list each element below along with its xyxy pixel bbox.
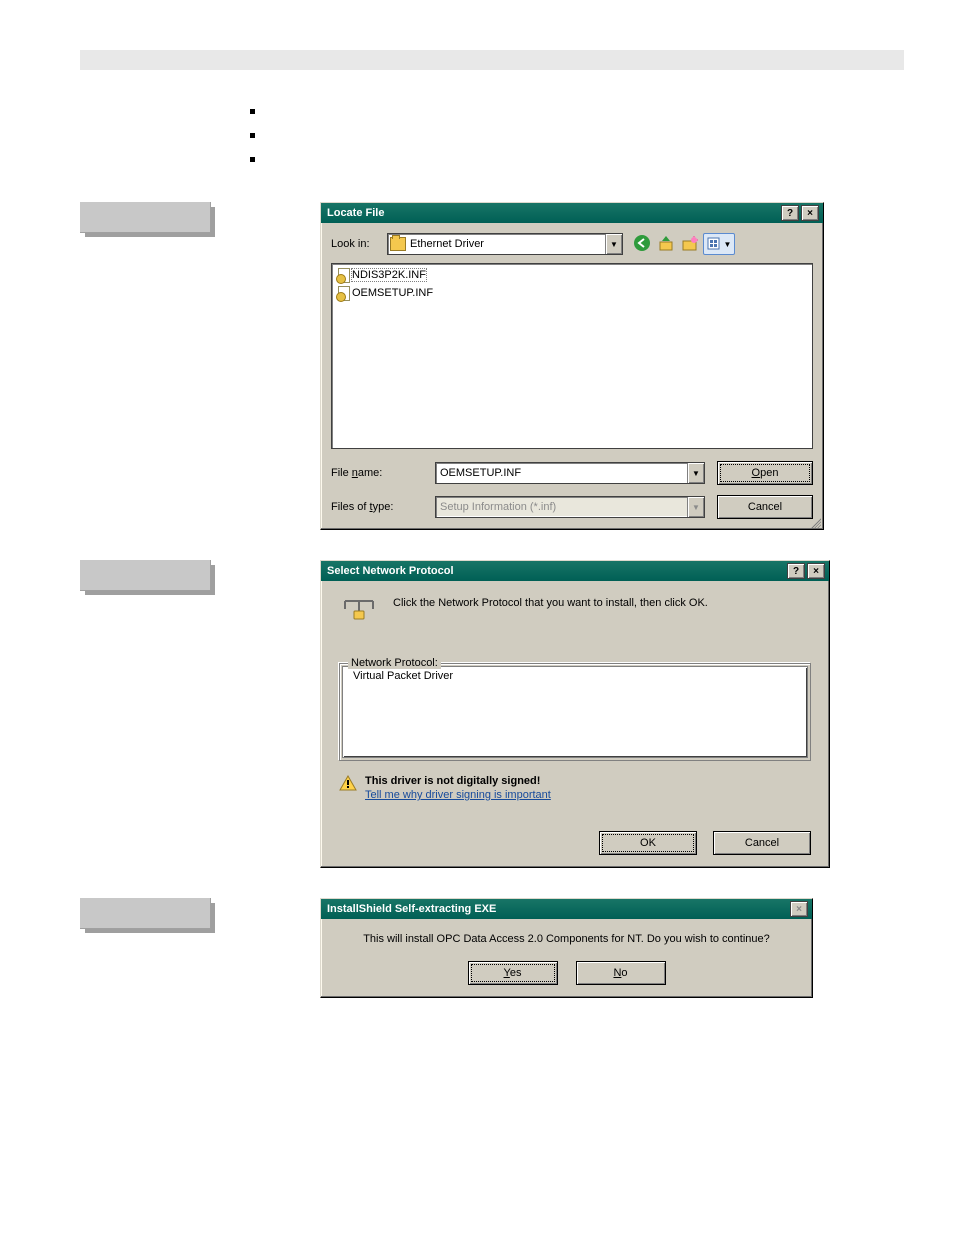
up-one-level-icon: [657, 234, 675, 252]
file-name-value: OEMSETUP.INF: [440, 467, 521, 479]
back-icon: [633, 234, 651, 252]
confirm-message: This will install OPC Data Access 2.0 Co…: [333, 933, 800, 945]
file-name: NDIS3P2K.INF: [352, 269, 426, 281]
bullet-item: [250, 124, 954, 148]
file-name-combobox[interactable]: OEMSETUP.INF ▼: [435, 462, 705, 484]
signing-warning-title: This driver is not digitally signed!: [365, 775, 551, 787]
context-help-button[interactable]: ?: [781, 205, 799, 221]
chevron-down-icon[interactable]: ▼: [605, 234, 622, 254]
titlebar[interactable]: Select Network Protocol ? ×: [321, 561, 829, 581]
folder-icon: [390, 237, 406, 251]
look-in-label: Look in:: [331, 238, 381, 250]
close-button[interactable]: ×: [801, 205, 819, 221]
network-protocol-icon: [339, 597, 379, 623]
look-in-value: Ethernet Driver: [410, 238, 484, 250]
file-item[interactable]: NDIS3P2K.INF: [334, 266, 810, 284]
close-button[interactable]: ×: [790, 901, 808, 917]
views-icon: [707, 237, 723, 251]
window-title: Select Network Protocol: [325, 565, 787, 577]
file-name-label: File name:: [331, 467, 423, 479]
question-icon: ?: [787, 208, 793, 219]
open-button[interactable]: Open: [717, 461, 813, 485]
close-icon: ×: [813, 566, 819, 577]
figure-label: [80, 898, 210, 928]
chevron-down-icon: ▼: [724, 240, 732, 249]
bullet-item: [250, 148, 954, 172]
figure-label: [80, 202, 210, 232]
titlebar[interactable]: Locate File ? ×: [321, 203, 823, 223]
protocol-item[interactable]: Virtual Packet Driver: [343, 667, 807, 685]
close-button[interactable]: ×: [807, 563, 825, 579]
close-icon: ×: [796, 904, 802, 915]
groupbox-label: Network Protocol:: [348, 657, 441, 669]
bullet-icon: [250, 133, 255, 138]
select-network-protocol-dialog: Select Network Protocol ? × Click the N: [320, 560, 830, 868]
titlebar[interactable]: InstallShield Self-extracting EXE ×: [321, 899, 812, 919]
installshield-confirm-dialog: InstallShield Self-extracting EXE × This…: [320, 898, 813, 998]
warning-icon: [339, 775, 357, 791]
inf-file-icon: [336, 286, 349, 301]
file-list-pane[interactable]: NDIS3P2K.INF OEMSETUP.INF: [331, 263, 813, 449]
instruction-text: Click the Network Protocol that you want…: [393, 597, 811, 623]
new-folder-button[interactable]: [679, 233, 701, 253]
bullet-list: [250, 100, 954, 172]
signing-info-link[interactable]: Tell me why driver signing is important: [365, 789, 551, 801]
no-button[interactable]: No: [576, 961, 666, 985]
figure-label: [80, 560, 210, 590]
yes-button[interactable]: Yes: [468, 961, 558, 985]
close-icon: ×: [807, 208, 813, 219]
bullet-icon: [250, 109, 255, 114]
bullet-icon: [250, 157, 255, 162]
new-folder-icon: [681, 234, 699, 252]
look-in-dropdown[interactable]: Ethernet Driver ▼: [387, 233, 623, 255]
protocol-list[interactable]: Virtual Packet Driver: [342, 666, 808, 758]
back-button[interactable]: [631, 233, 653, 253]
up-one-level-button[interactable]: [655, 233, 677, 253]
views-menu-button[interactable]: ▼: [703, 233, 735, 255]
inf-file-icon: [336, 268, 349, 283]
window-title: Locate File: [325, 207, 781, 219]
cancel-button[interactable]: Cancel: [717, 495, 813, 519]
context-help-button[interactable]: ?: [787, 563, 805, 579]
file-item[interactable]: OEMSETUP.INF: [334, 284, 810, 302]
page-header-band: [80, 50, 904, 70]
locate-file-dialog: Locate File ? × Look in: Ethernet Driver…: [320, 202, 824, 530]
question-icon: ?: [793, 566, 799, 577]
cancel-button[interactable]: Cancel: [713, 831, 811, 855]
window-title: InstallShield Self-extracting EXE: [325, 903, 790, 915]
files-of-type-value: Setup Information (*.inf): [440, 501, 556, 513]
chevron-down-icon: ▼: [687, 497, 704, 517]
chevron-down-icon[interactable]: ▼: [687, 463, 704, 483]
network-protocol-groupbox: Network Protocol: Virtual Packet Driver: [339, 663, 811, 761]
files-of-type-label: Files of type:: [331, 501, 423, 513]
files-of-type-combobox: Setup Information (*.inf) ▼: [435, 496, 705, 518]
bullet-item: [250, 100, 954, 124]
file-name: OEMSETUP.INF: [352, 287, 433, 299]
ok-button[interactable]: OK: [599, 831, 697, 855]
resize-grip[interactable]: [809, 516, 821, 528]
